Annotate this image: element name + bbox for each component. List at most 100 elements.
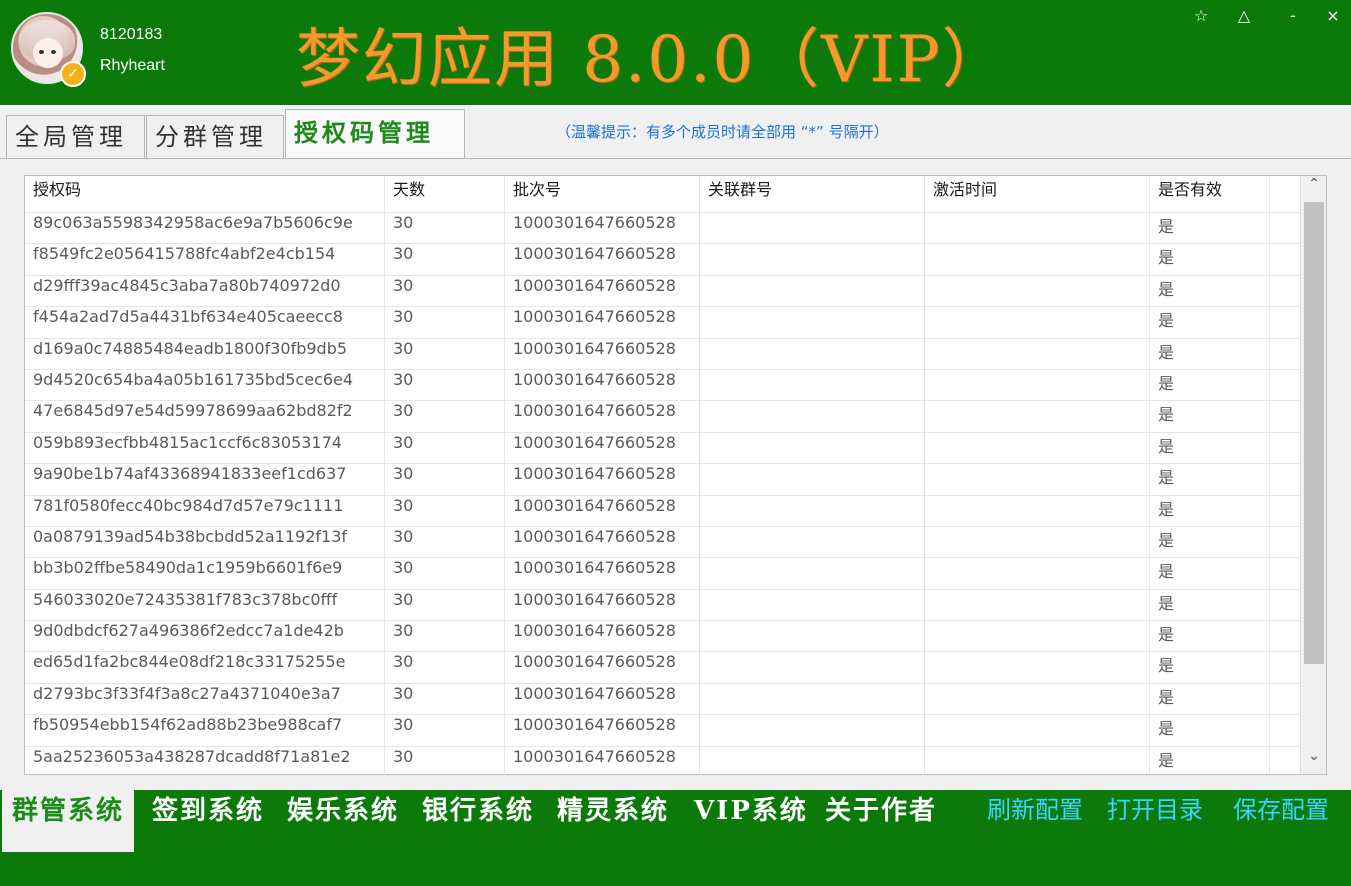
table-cell-filler	[1270, 464, 1302, 496]
table-cell: 是	[1150, 683, 1270, 715]
close-icon[interactable]: ×	[1319, 4, 1347, 28]
table-cell	[925, 495, 1150, 527]
table-row[interactable]: d2793bc3f33f4f3a8c27a4371040e3a7 30 100030…	[25, 682, 1302, 715]
table-cell	[700, 464, 925, 496]
column-header[interactable]: 批次号	[505, 176, 700, 212]
scroll-thumb[interactable]	[1304, 202, 1324, 664]
vertical-scrollbar[interactable]: ⌃ ⌄	[1300, 176, 1326, 774]
table-cell	[925, 244, 1150, 276]
minimize-icon[interactable]: -	[1279, 4, 1307, 28]
table-row[interactable]: 9d0dbdcf627a496386f2edcc7a1de42b 30 100030…	[25, 620, 1302, 653]
tab-license[interactable]: 授权码管理	[285, 109, 465, 159]
table-cell: 是	[1150, 338, 1270, 370]
table-cell: 是	[1150, 307, 1270, 339]
table-cell	[700, 401, 925, 433]
table-cell: 1000301647660528	[505, 683, 700, 715]
table-row[interactable]: 89c063a5598342958ac6e9a7b5606c9e 30 100030…	[25, 212, 1302, 244]
nav-vip-system[interactable]: VIP系统	[694, 790, 808, 852]
table-row[interactable]: 059b893ecfbb4815ac1ccf6c83053174 30 100030…	[25, 431, 1302, 464]
tab-group[interactable]: 分群管理	[146, 115, 284, 159]
table-cell: 30	[385, 589, 505, 621]
vip-badge-icon: ✓	[60, 61, 86, 87]
table-cell	[925, 213, 1150, 244]
table-row[interactable]: 9d4520c654ba4a05b161735bd5cec6e4 30 100030…	[25, 368, 1302, 401]
table-cell-filler	[1270, 589, 1302, 621]
nav-group-system[interactable]: 群管系统	[2, 790, 135, 852]
table-header: 授权码 天数 批次号 关联群号 激活时间 是否有效	[25, 176, 1302, 212]
column-header[interactable]: 激活时间	[925, 176, 1150, 212]
table-cell	[700, 338, 925, 370]
table-cell: 30	[385, 558, 505, 590]
table-row[interactable]: d29fff39ac4845c3aba7a80b740972d0 30 100030…	[25, 274, 1302, 307]
table-cell	[925, 338, 1150, 370]
license-table[interactable]: 授权码 天数 批次号 关联群号 激活时间 是否有效 89c063a5598342…	[24, 175, 1327, 775]
table-cell: 1000301647660528	[505, 526, 700, 558]
table-row[interactable]: f454a2ad7d5a4431bf634e405caeecc8 30 100030…	[25, 306, 1302, 339]
table-row[interactable]: d169a0c74885484eadb1800f30fb9db5 30 100030…	[25, 337, 1302, 370]
nav-sprite-system[interactable]: 精灵系统	[557, 790, 669, 852]
table-row[interactable]: f8549fc2e056415788fc4abf2e4cb154 30 100030…	[25, 243, 1302, 276]
table-cell: 是	[1150, 401, 1270, 433]
table-cell: 是	[1150, 495, 1270, 527]
star-icon[interactable]: ☆	[1187, 4, 1215, 28]
table-cell: 1000301647660528	[505, 589, 700, 621]
table-cell: 30	[385, 464, 505, 496]
column-header[interactable]: 授权码	[25, 176, 385, 212]
table-cell	[925, 652, 1150, 684]
table-cell	[925, 589, 1150, 621]
table-cell: 是	[1150, 526, 1270, 558]
nav-entertainment-system[interactable]: 娱乐系统	[287, 790, 399, 852]
table-cell: 30	[385, 715, 505, 747]
table-row[interactable]: ed65d1fa2bc844e08df218c33175255e 30 100030…	[25, 651, 1302, 684]
table-cell: 1000301647660528	[505, 464, 700, 496]
table-cell-filler	[1270, 621, 1302, 653]
table-cell: 059b893ecfbb4815ac1ccf6c83053174	[25, 432, 385, 464]
tab-divider	[0, 158, 1351, 159]
table-cell: 是	[1150, 558, 1270, 590]
table-row[interactable]: fb50954ebb154f62ad88b23be988caf7 30 100030…	[25, 714, 1302, 747]
table-cell: 5aa25236053a438287dcadd8f71a81e2	[25, 746, 385, 774]
table-cell: 是	[1150, 746, 1270, 774]
skin-icon[interactable]: △	[1230, 4, 1258, 28]
scroll-down-icon[interactable]: ⌄	[1301, 748, 1326, 774]
table-cell-filler	[1270, 715, 1302, 747]
table-cell: 30	[385, 683, 505, 715]
table-cell: 30	[385, 526, 505, 558]
column-header[interactable]: 关联群号	[700, 176, 925, 212]
table-cell: d2793bc3f33f4f3a8c27a4371040e3a7	[25, 683, 385, 715]
table-row[interactable]: 9a90be1b74af43368941833eef1cd637 30 100030…	[25, 463, 1302, 496]
user-id: 8120183	[100, 26, 163, 43]
hint-text: （温馨提示：有多个成员时请全部用 “*” 号隔开）	[556, 123, 889, 141]
nav-checkin-system[interactable]: 签到系统	[152, 790, 264, 852]
open-directory-button[interactable]: 打开目录	[1107, 790, 1203, 854]
column-header[interactable]: 是否有效	[1150, 176, 1270, 212]
table-cell-filler	[1270, 307, 1302, 339]
table-cell-filler	[1270, 369, 1302, 401]
table-row[interactable]: 0a0879139ad54b38bcbdd52a1192f13f 30 100030…	[25, 525, 1302, 558]
nav-bank-system[interactable]: 银行系统	[422, 790, 534, 852]
table-cell	[925, 307, 1150, 339]
save-config-button[interactable]: 保存配置	[1233, 790, 1329, 854]
table-cell	[925, 746, 1150, 774]
table-cell: 是	[1150, 244, 1270, 276]
table-cell: 30	[385, 213, 505, 244]
table-cell: 30	[385, 621, 505, 653]
refresh-config-button[interactable]: 刷新配置	[987, 790, 1083, 854]
scroll-up-icon[interactable]: ⌃	[1301, 176, 1326, 202]
table-row[interactable]: 546033020e72435381f783c378bc0fff 30 100030…	[25, 588, 1302, 621]
table-row[interactable]: 47e6845d97e54d59978699aa62bd82f2 30 100030…	[25, 400, 1302, 433]
nav-about-author[interactable]: 关于作者	[825, 790, 937, 852]
table-cell: 1000301647660528	[505, 495, 700, 527]
table-cell: fb50954ebb154f62ad88b23be988caf7	[25, 715, 385, 747]
table-row[interactable]: 5aa25236053a438287dcadd8f71a81e2 30 100030…	[25, 745, 1302, 774]
table-cell	[700, 244, 925, 276]
column-header[interactable]: 天数	[385, 176, 505, 212]
table-cell: 9d0dbdcf627a496386f2edcc7a1de42b	[25, 621, 385, 653]
table-row[interactable]: bb3b02ffbe58490da1c1959b6601f6e9 30 100030…	[25, 557, 1302, 590]
avatar[interactable]: ✓	[11, 12, 86, 87]
table-cell	[700, 589, 925, 621]
table-row[interactable]: 781f0580fecc40bc984d7d57e79c1111 30 100030…	[25, 494, 1302, 527]
table-body: 89c063a5598342958ac6e9a7b5606c9e 30 100030…	[25, 212, 1302, 774]
table-cell	[925, 464, 1150, 496]
tab-global[interactable]: 全局管理	[6, 115, 145, 159]
